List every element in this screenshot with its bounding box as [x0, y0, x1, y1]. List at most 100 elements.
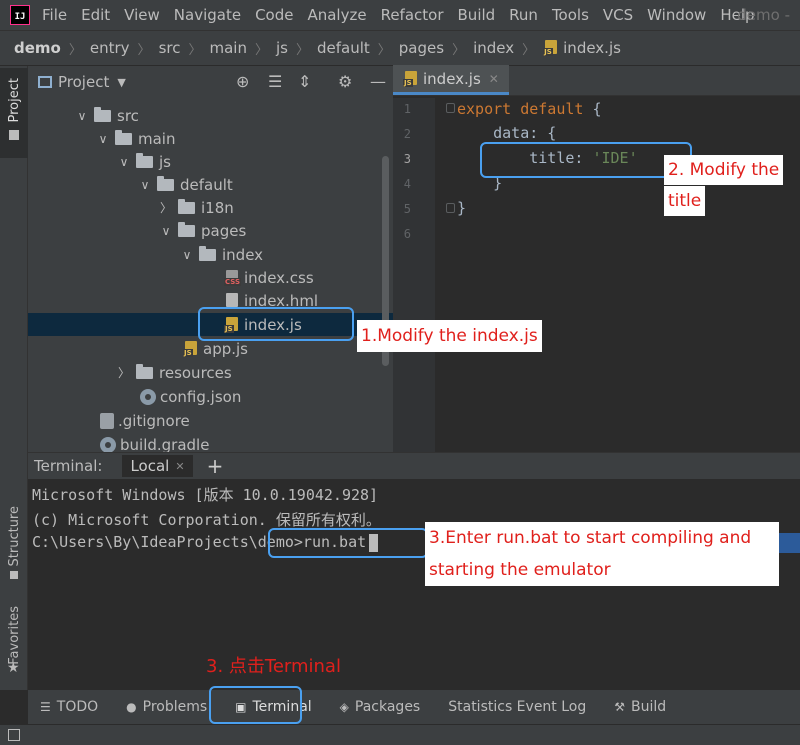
- line-number: 4: [403, 177, 411, 191]
- fold-icon[interactable]: [446, 203, 455, 213]
- chevron-right-icon: 〉: [159, 201, 172, 215]
- hammer-icon: ⚒: [614, 700, 626, 714]
- breadcrumb-item-current[interactable]: JS index.js: [543, 39, 621, 57]
- add-terminal-icon[interactable]: +: [207, 456, 224, 476]
- star-icon: ★: [7, 660, 20, 676]
- tree-item-i18n[interactable]: 〉 i18n: [28, 196, 393, 219]
- chevron-down-icon[interactable]: ▼: [117, 76, 125, 89]
- annotation-step3-enter-line1: 3.Enter run.bat to start compiling and: [425, 522, 779, 554]
- tree-item-build-gradle[interactable]: build.gradle: [28, 433, 393, 452]
- annotation-step2-line1: 2. Modify the: [664, 155, 784, 185]
- folder-icon: [157, 175, 174, 191]
- structure-tool-button[interactable]: Structure: [7, 506, 22, 566]
- tree-item-label: index.css: [244, 268, 314, 287]
- config-file-icon: [140, 388, 156, 405]
- project-panel-header: Project ▼ ⊕ ☰ ⇕ ⚙ —: [28, 66, 393, 98]
- menu-view[interactable]: View: [124, 6, 160, 24]
- breadcrumb-item[interactable]: main: [209, 39, 246, 57]
- menu-vcs[interactable]: VCS: [603, 6, 633, 24]
- tree-item-gitignore[interactable]: .gitignore: [28, 409, 393, 432]
- left-tool-stripe: Project Structure Favorites ★: [0, 66, 28, 690]
- css-file-icon: CSS: [224, 269, 242, 286]
- terminal-label: Terminal:: [34, 457, 103, 475]
- breadcrumb-item[interactable]: pages: [399, 39, 444, 57]
- chevron-right-icon: 〉: [522, 42, 536, 58]
- project-panel: Project ▼ ⊕ ☰ ⇕ ⚙ — ∨ src ∨ main ∨ js ∨ …: [28, 66, 393, 452]
- menu-code[interactable]: Code: [255, 6, 293, 24]
- menu-build[interactable]: Build: [458, 6, 496, 24]
- tree-item-resources[interactable]: 〉 resources: [28, 361, 393, 384]
- folder-icon: [178, 221, 195, 237]
- menu-window[interactable]: Window: [647, 6, 706, 24]
- statistics-event-log-button[interactable]: Statistics Event Log: [448, 699, 586, 715]
- folder-icon: [136, 152, 153, 168]
- editor-tab-label: index.js: [423, 69, 481, 88]
- menu-tools[interactable]: Tools: [552, 6, 589, 24]
- gear-icon[interactable]: ⚙: [338, 72, 352, 91]
- list-icon: ☰: [40, 700, 51, 714]
- menu-navigate[interactable]: Navigate: [174, 6, 241, 24]
- app-logo-icon: IJ: [10, 5, 30, 25]
- chevron-right-icon: 〉: [68, 42, 82, 58]
- line-number: 5: [403, 202, 411, 216]
- tree-item-index[interactable]: ∨ index: [28, 243, 393, 266]
- favorites-tool-button[interactable]: Favorites: [7, 606, 22, 665]
- menu-edit[interactable]: Edit: [81, 6, 110, 24]
- breadcrumb-item[interactable]: js: [276, 39, 288, 57]
- collapse-all-icon[interactable]: ⇕: [298, 72, 311, 91]
- chevron-down-icon: ∨: [140, 177, 150, 192]
- tree-item-config-json[interactable]: config.json: [28, 385, 393, 408]
- tree-item-js[interactable]: ∨ js: [28, 150, 393, 173]
- locate-icon[interactable]: ⊕: [236, 72, 249, 91]
- breadcrumb-item[interactable]: entry: [90, 39, 130, 57]
- project-panel-title[interactable]: Project: [58, 73, 109, 91]
- breadcrumb-item[interactable]: index: [473, 39, 514, 57]
- terminal-output-line: Microsoft Windows [版本 10.0.19042.928]: [32, 486, 379, 504]
- breadcrumb-item[interactable]: src: [159, 39, 181, 57]
- close-icon[interactable]: ✕: [489, 72, 499, 86]
- editor-gutter: 1 2 3 4 5 6: [393, 98, 435, 452]
- editor-tab-index-js[interactable]: JS index.js ✕: [393, 65, 509, 95]
- project-view-icon: [38, 76, 52, 88]
- gradle-file-icon: [100, 436, 116, 452]
- packages-tool-button[interactable]: ◈ Packages: [340, 699, 421, 715]
- tree-item-main[interactable]: ∨ main: [28, 127, 393, 150]
- breadcrumb-item-label: index.js: [563, 39, 621, 57]
- breadcrumb-item[interactable]: default: [317, 39, 370, 57]
- tree-item-default[interactable]: ∨ default: [28, 173, 393, 196]
- close-icon[interactable]: ✕: [175, 460, 184, 473]
- menu-file[interactable]: File: [42, 6, 67, 24]
- chevron-down-icon: ∨: [98, 131, 108, 146]
- menu-run[interactable]: Run: [509, 6, 538, 24]
- code-line-2[interactable]: data: {: [457, 124, 556, 142]
- chevron-right-icon: 〉: [254, 42, 268, 58]
- minimize-icon[interactable]: —: [370, 72, 386, 91]
- chevron-down-icon: ∨: [161, 223, 171, 238]
- terminal-tab-local[interactable]: Local ✕: [122, 455, 193, 477]
- menu-refactor[interactable]: Refactor: [381, 6, 444, 24]
- project-tool-label: Project: [7, 78, 22, 123]
- problems-tool-button[interactable]: ● Problems: [126, 699, 207, 715]
- folder-icon: [115, 129, 132, 145]
- structure-icon: [10, 571, 18, 579]
- tree-item-label: config.json: [160, 387, 242, 406]
- project-tool-button[interactable]: Project: [0, 68, 28, 158]
- menu-analyze[interactable]: Analyze: [307, 6, 366, 24]
- code-line-1[interactable]: export default {: [457, 100, 602, 118]
- code-line-5[interactable]: }: [457, 199, 466, 217]
- tree-item-src[interactable]: ∨ src: [28, 104, 393, 127]
- breadcrumb-item[interactable]: demo: [14, 39, 61, 57]
- fold-icon[interactable]: [446, 103, 455, 113]
- annotation-step3-click: 3. 点击Terminal: [206, 656, 341, 677]
- layout-icon[interactable]: [8, 729, 20, 741]
- todo-tool-button[interactable]: ☰ TODO: [40, 699, 98, 715]
- info-icon: ●: [126, 700, 137, 714]
- tree-item-index-css[interactable]: CSS index.css: [28, 266, 393, 289]
- tree-item-pages[interactable]: ∨ pages: [28, 219, 393, 242]
- tree-item-label: pages: [201, 221, 247, 240]
- expand-all-icon[interactable]: ☰: [268, 72, 282, 91]
- folder-icon: [136, 363, 153, 379]
- build-tool-button[interactable]: ⚒ Build: [614, 699, 666, 715]
- folder-icon: [9, 130, 19, 140]
- window-title: demo -: [737, 6, 790, 24]
